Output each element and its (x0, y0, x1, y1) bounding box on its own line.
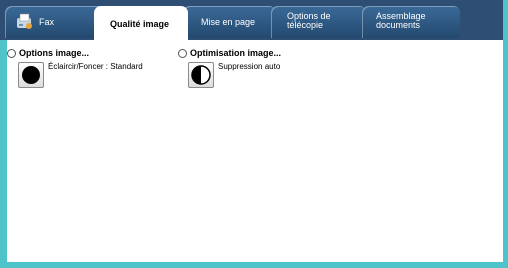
left-border (0, 40, 7, 268)
tab-mise-en-page[interactable]: Mise en page (183, 6, 276, 38)
optimisation-image-header-label: Optimisation image... (190, 48, 282, 58)
tab-assemblage-documents-label: Assemblage documents (376, 11, 426, 30)
tab-fax-label: Fax (39, 17, 55, 27)
options-image-header[interactable]: Options image... (7, 48, 89, 58)
dark-circle-icon (22, 66, 40, 84)
eclaircir-foncer-button[interactable] (18, 62, 44, 88)
eclaircir-foncer-label: Éclaircir/Foncer : Standard (48, 62, 143, 71)
screen: Fax Mise en page Options de télécopie As… (0, 0, 508, 268)
tab-options-de-telecopie[interactable]: Options de télécopie (271, 6, 366, 38)
tab-bar: Fax Mise en page Options de télécopie As… (0, 0, 508, 40)
tab-options-de-telecopie-label: Options de télécopie (287, 11, 331, 30)
options-image-radio[interactable] (7, 48, 16, 58)
tab-mise-en-page-label: Mise en page (201, 17, 256, 27)
optimisation-image-radio[interactable] (178, 48, 187, 58)
half-circle-icon (191, 65, 211, 85)
tab-assemblage-documents[interactable]: Assemblage documents (362, 6, 460, 38)
optimisation-image-header[interactable]: Optimisation image... (178, 48, 281, 58)
suppression-auto-label: Suppression auto (218, 62, 281, 71)
fax-icon (17, 13, 32, 29)
suppression-auto-button[interactable] (188, 62, 214, 88)
right-border (503, 0, 508, 268)
options-image-header-label: Options image... (19, 48, 90, 58)
bottom-border (0, 262, 508, 268)
tab-qualite-image-label: Qualité image (110, 19, 170, 29)
tab-qualite-image[interactable]: Qualité image (94, 6, 188, 40)
content-panel: Options image... Éclaircir/Foncer : Stan… (7, 40, 503, 262)
